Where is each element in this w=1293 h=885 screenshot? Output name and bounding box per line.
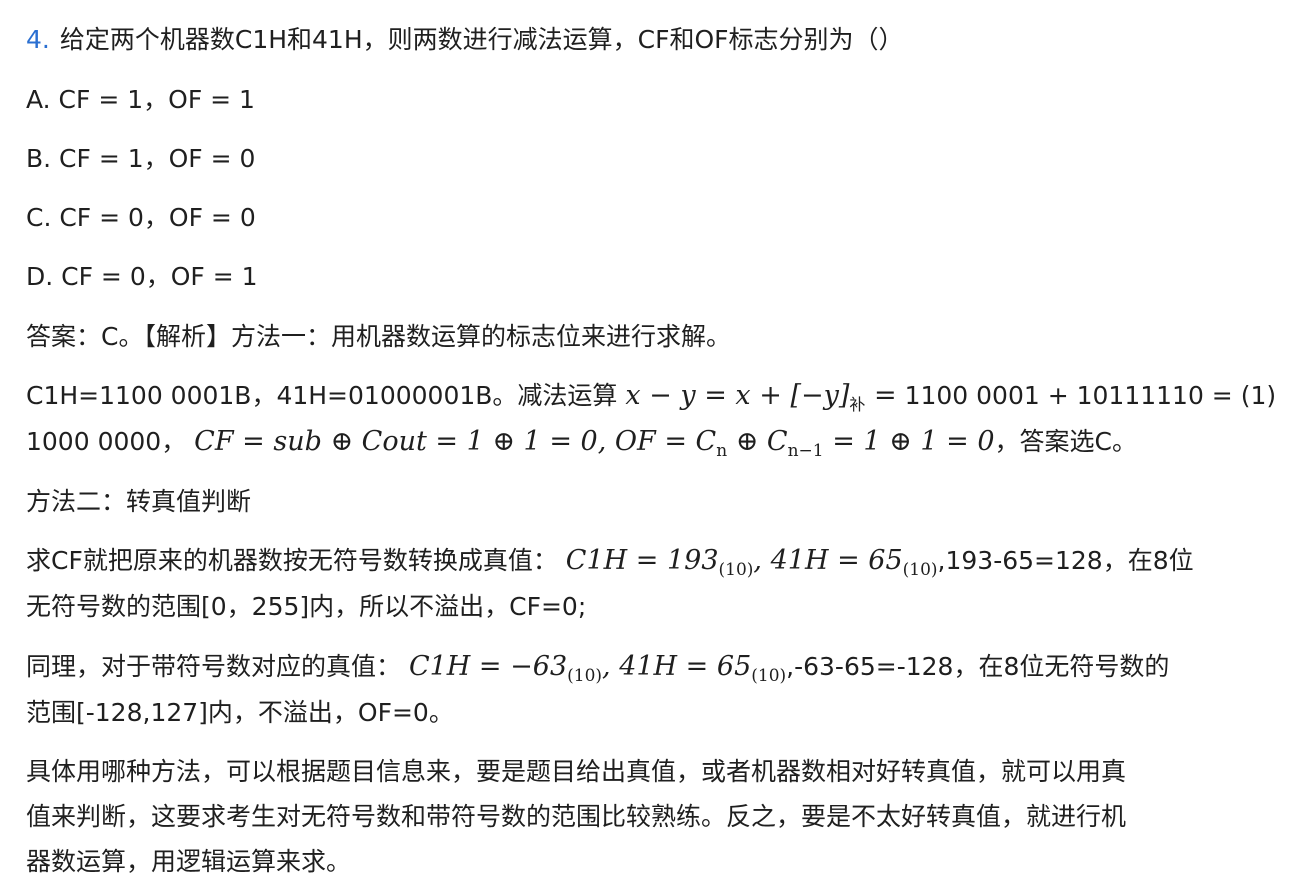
- formula-part: = 1 ⊕ 1 = 0: [823, 426, 995, 457]
- option-a[interactable]: A. CF = 1，OF = 1: [26, 83, 255, 117]
- flag-formula: CF = sub ⊕ Cout = 1 ⊕ 1 = 0, OF = Cn ⊕ C…: [194, 426, 995, 461]
- method2-cf-tail: ,193-65=128，在8位: [937, 546, 1194, 575]
- formula-part: ⊕ C: [727, 426, 788, 457]
- option-c[interactable]: C. CF = 0，OF = 0: [26, 201, 256, 235]
- method2-cf-line1: 求CF就把原来的机器数按无符号数转换成真值： C1H = 193(10), 41…: [26, 544, 1194, 587]
- subtraction-formula: x − y = x + [−y]补 =: [625, 380, 897, 414]
- question-text: 给定两个机器数C1H和41H，则两数进行减法运算，CF和OF标志分别为（）: [59, 25, 904, 54]
- question-number: 4.: [26, 25, 50, 54]
- subscript-n: n: [716, 441, 728, 461]
- method1-line2: 1000 0000， CF = sub ⊕ Cout = 1 ⊕ 1 = 0, …: [26, 425, 1137, 468]
- question-page: 4. 给定两个机器数C1H和41H，则两数进行减法运算，CF和OF标志分别为（） …: [0, 0, 1293, 885]
- radix-subscript: (10): [567, 666, 603, 686]
- option-b[interactable]: B. CF = 1，OF = 0: [26, 142, 255, 176]
- method1-line2-text: 1000 0000，: [26, 427, 187, 456]
- method2-of-text: 同理，对于带符号数对应的真值：: [26, 652, 402, 681]
- complement-subscript: 补: [849, 395, 866, 414]
- of-true-value-formula: C1H = −63(10), 41H = 65(10): [408, 651, 786, 686]
- formula-part: CF = sub ⊕ Cout = 1 ⊕ 1 = 0, OF = C: [194, 426, 717, 457]
- formula-part: , 41H = 65: [753, 545, 903, 576]
- method2-of-line2: 范围[-128,127]内，不溢出，OF=0。: [26, 698, 454, 727]
- method1-line1: C1H=1100 0001B，41H=01000001B。减法运算 x − y …: [26, 379, 1276, 422]
- radix-subscript: (10): [718, 560, 754, 580]
- subscript-n-minus-1: n−1: [787, 441, 824, 461]
- option-d[interactable]: D. CF = 0，OF = 1: [26, 260, 258, 294]
- method2-of-tail: ,-63-65=-128，在8位无符号数的: [786, 652, 1170, 681]
- summary-line-2: 值来判断，这要求考生对无符号数和带符号数的范围比较熟练。反之，要是不太好转真值，…: [26, 802, 1127, 831]
- cf-true-value-formula: C1H = 193(10), 41H = 65(10): [565, 545, 938, 580]
- method1-line1-text: C1H=1100 0001B，41H=01000001B。减法运算: [26, 381, 618, 410]
- method1-line1-tail: 1100 0001 + 10111110 = (1): [904, 381, 1277, 410]
- formula-part: , 41H = 65: [602, 651, 752, 682]
- method2-of-line1: 同理，对于带符号数对应的真值： C1H = −63(10), 41H = 65(…: [26, 650, 1169, 693]
- summary-line-1: 具体用哪种方法，可以根据题目信息来，要是题目给出真值，或者机器数相对好转真值，就…: [26, 757, 1127, 786]
- method1-line2-tail: ，答案选C。: [994, 427, 1137, 456]
- radix-subscript: (10): [902, 560, 938, 580]
- formula-part: C1H = 193: [565, 545, 719, 576]
- radix-subscript: (10): [751, 666, 787, 686]
- answer-line: 答案：C。【解析】方法一：用机器数运算的标志位来进行求解。: [26, 322, 731, 351]
- formula-equals: =: [874, 380, 897, 411]
- summary-line-3: 器数运算，用逻辑运算来求。: [26, 847, 352, 876]
- formula-part: C1H = −63: [408, 651, 568, 682]
- question-stem: 4. 给定两个机器数C1H和41H，则两数进行减法运算，CF和OF标志分别为（）: [26, 23, 904, 57]
- method2-cf-line2: 无符号数的范围[0，255]内，所以不溢出，CF=0;: [26, 592, 587, 621]
- method2-cf-text: 求CF就把原来的机器数按无符号数转换成真值：: [26, 546, 558, 575]
- method2-title: 方法二：转真值判断: [26, 487, 252, 516]
- formula-part: x − y = x + [−y]: [625, 380, 850, 411]
